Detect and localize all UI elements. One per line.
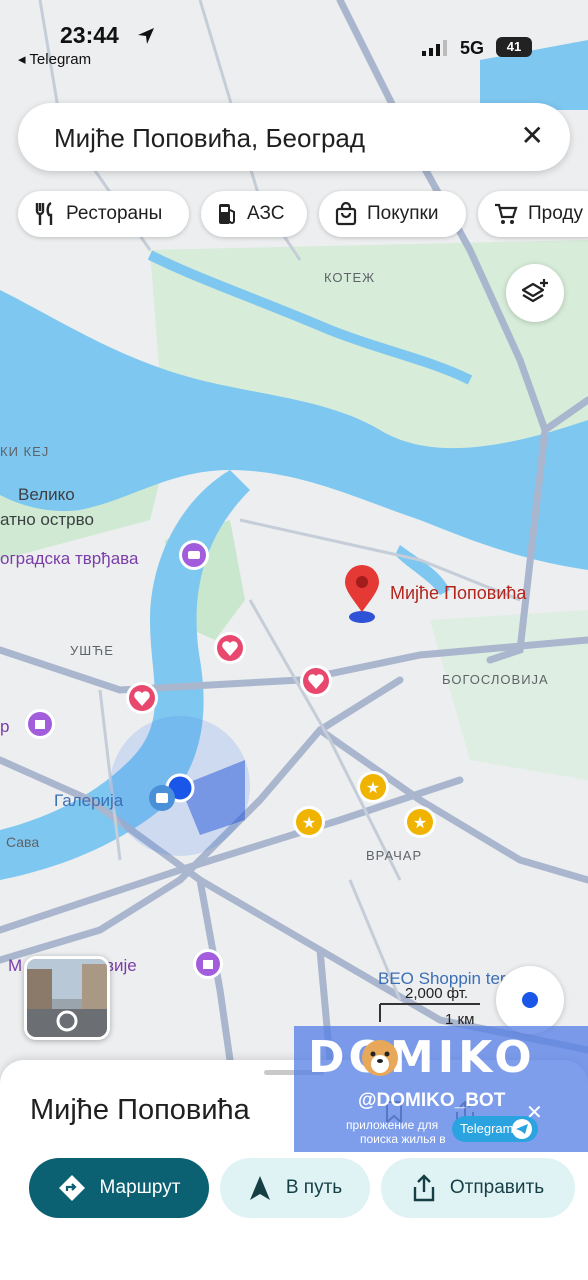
label-bogoslovija: БОГОСЛОВИЈА (442, 672, 549, 687)
label-ostrvo: атно острво (0, 510, 94, 529)
back-to-telegram[interactable]: ◂ Telegram (18, 50, 91, 68)
svg-text:★: ★ (302, 813, 316, 832)
chip-label: АЗС (247, 203, 285, 224)
share-icon (413, 1174, 435, 1202)
label-vracar: ВРАЧАР (366, 848, 423, 863)
street-view-image (27, 959, 107, 1037)
street-view-thumbnail[interactable] (24, 956, 110, 1040)
gas-station-icon (219, 204, 235, 224)
share-label: Отправить (449, 1177, 545, 1198)
telegram-label: Telegram (460, 1121, 514, 1136)
start-button[interactable]: В путь (220, 1158, 370, 1218)
label-galerija: Галерија (54, 791, 124, 810)
watermark-handle: @DOMIKO_BOT (358, 1090, 506, 1111)
poi-camera-marker (179, 540, 209, 570)
poi-star-marker: ★ (404, 806, 436, 838)
layers-icon (521, 279, 548, 303)
network-type: 5G (460, 38, 485, 58)
destination-pin-label: Мијће Поповића (390, 583, 527, 603)
chip-shopping[interactable]: Покупки (319, 191, 466, 237)
close-icon[interactable]: ✕ (526, 1100, 543, 1125)
my-location-button[interactable] (496, 966, 564, 1034)
label-tvrdjava: оградска тврђава (0, 549, 139, 568)
label-kej: КИ КЕЈ (0, 444, 50, 459)
watermark-subtitle-2: поиска жилья в (360, 1132, 446, 1146)
start-label: В путь (285, 1177, 343, 1198)
poi-heart-marker (214, 632, 246, 664)
chip-restaurants[interactable]: Рестораны (18, 191, 189, 237)
place-title: Мијће Поповића (30, 1094, 250, 1126)
battery-icon: 41 (496, 37, 532, 57)
dog-face-icon (362, 1040, 398, 1076)
svg-text:★: ★ (413, 813, 427, 832)
directions-icon (58, 1175, 85, 1201)
route-button[interactable]: Маршрут (29, 1158, 209, 1218)
my-location-icon (522, 992, 538, 1008)
chip-groceries[interactable]: Проду (478, 191, 588, 237)
navigation-arrow-icon (249, 1176, 270, 1200)
search-bar[interactable]: Мијће Поповића, Београд ✕ (18, 103, 570, 171)
poi-museum-marker (193, 949, 223, 979)
chip-gas[interactable]: АЗС (201, 191, 307, 237)
chip-label: Рестораны (66, 203, 163, 224)
search-input[interactable]: Мијће Поповића, Београд (54, 123, 365, 154)
close-icon[interactable]: ✕ (521, 119, 544, 152)
cart-icon (495, 203, 518, 224)
scale-imperial: 2,000 фт. (405, 985, 469, 1002)
poi-museum-marker (25, 709, 55, 739)
domiko-watermark: DOMIKO @DOMIKO_BOT приложение для поиска… (294, 1026, 588, 1152)
svg-text:★: ★ (366, 778, 380, 797)
share-button[interactable]: Отправить (381, 1158, 575, 1218)
poi-heart-marker (126, 682, 158, 714)
watermark-subtitle-1: приложение для (346, 1118, 439, 1132)
poi-heart-marker (300, 665, 332, 697)
watermark-logo: DOMIKO (308, 1032, 536, 1083)
shopping-bag-icon (335, 202, 357, 226)
poi-shop-marker (149, 785, 175, 811)
chip-label: Покупки (367, 203, 439, 224)
poi-star-marker: ★ (357, 771, 389, 803)
chip-label: Проду (528, 203, 583, 224)
status-time: 23:44 (60, 22, 119, 48)
label-veliko: Велико (18, 485, 75, 504)
layers-button[interactable] (506, 264, 564, 322)
label-sava: Сава (6, 834, 40, 850)
label-usce: УШЋЕ (70, 643, 114, 658)
signal-icon (422, 40, 447, 56)
poi-star-marker: ★ (293, 806, 325, 838)
route-label: Маршрут (99, 1177, 181, 1198)
label-kotezh: КОТЕЖ (324, 270, 376, 285)
location-arrow-icon (138, 28, 154, 44)
label-r: р (0, 717, 10, 736)
fork-knife-icon (35, 202, 53, 225)
